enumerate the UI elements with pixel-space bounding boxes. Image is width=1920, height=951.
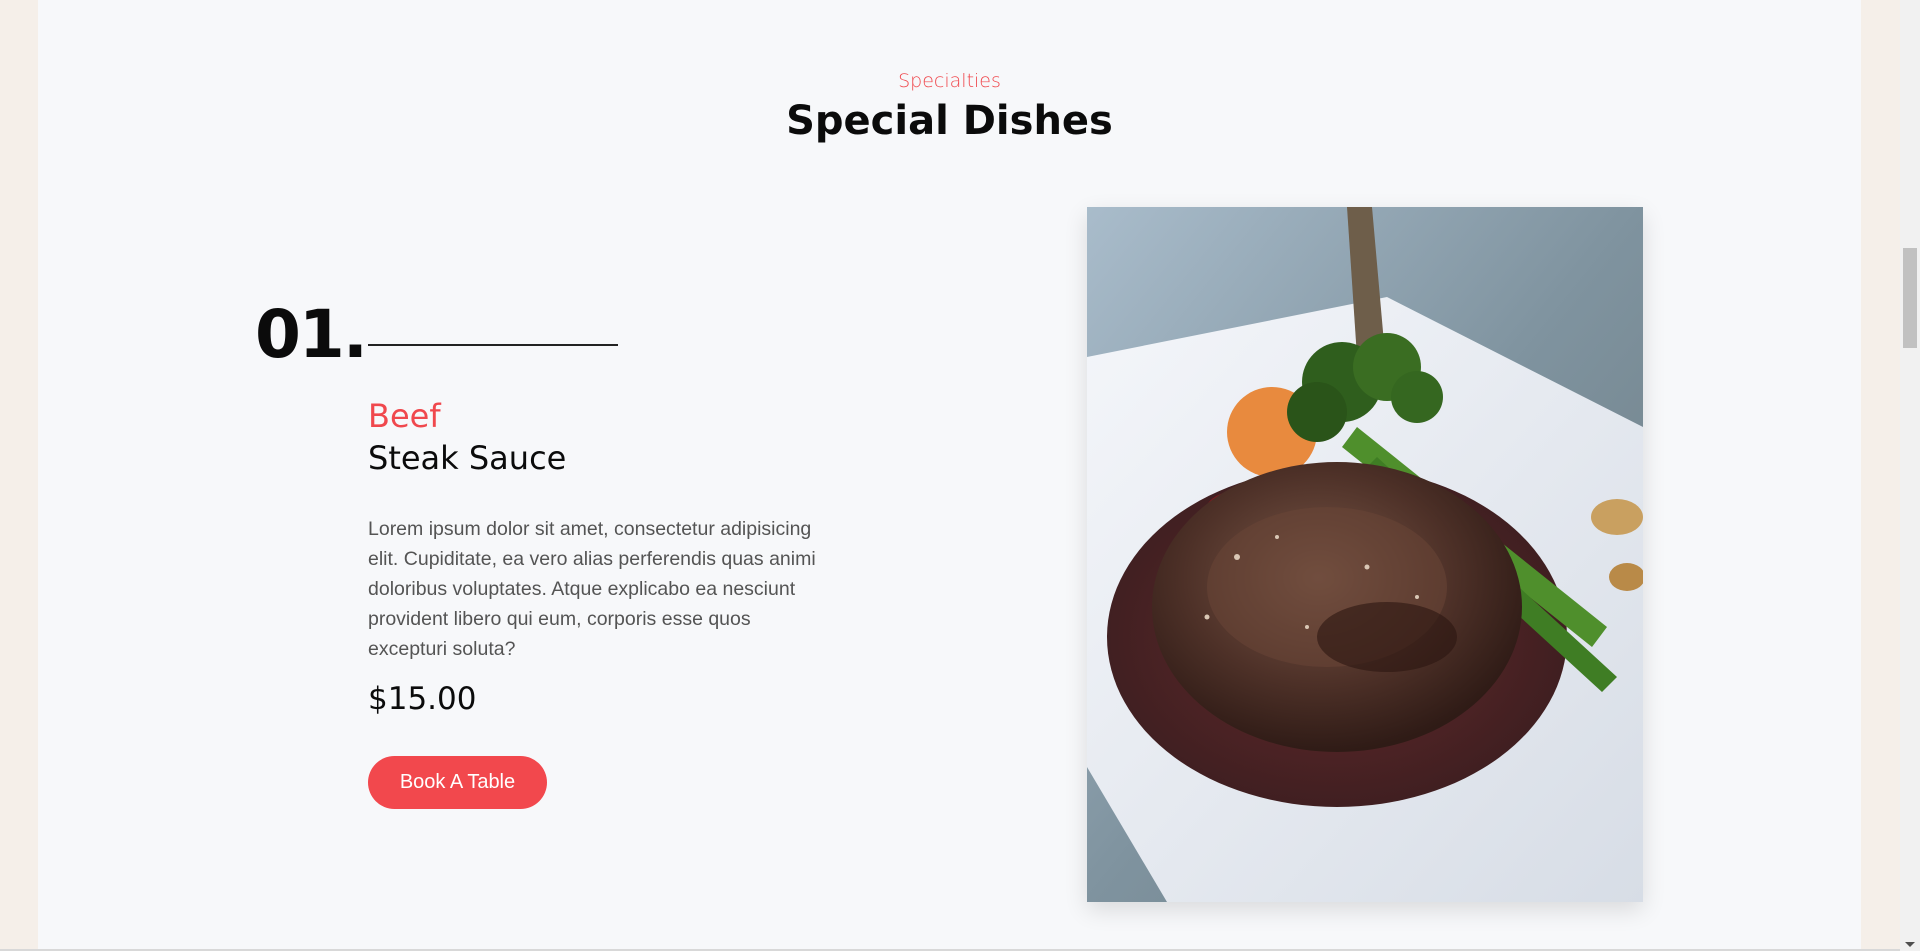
specialties-section: Specialties Special Dishes 01. Beef Stea… [38,0,1861,951]
steak-dish-photo [1087,207,1643,902]
steak-photo-illustration [1087,207,1643,902]
dish-description: Lorem ipsum dolor sit amet, consectetur … [368,518,816,660]
section-header: Specialties Special Dishes [38,70,1861,144]
dish-category: Beef [368,397,441,435]
book-a-table-button[interactable]: Book A Table [368,756,547,809]
section-eyebrow: Specialties [898,70,1001,92]
dish-divider [368,344,618,346]
vertical-scrollbar[interactable] [1900,0,1920,951]
dish-number: 01. [255,296,368,373]
dish-price: $15.00 [368,681,477,717]
scrollbar-thumb[interactable] [1903,248,1917,348]
dish-name: Steak Sauce [368,439,567,477]
section-title: Special Dishes [786,98,1113,144]
scroll-down-arrow-icon[interactable] [1905,942,1915,947]
